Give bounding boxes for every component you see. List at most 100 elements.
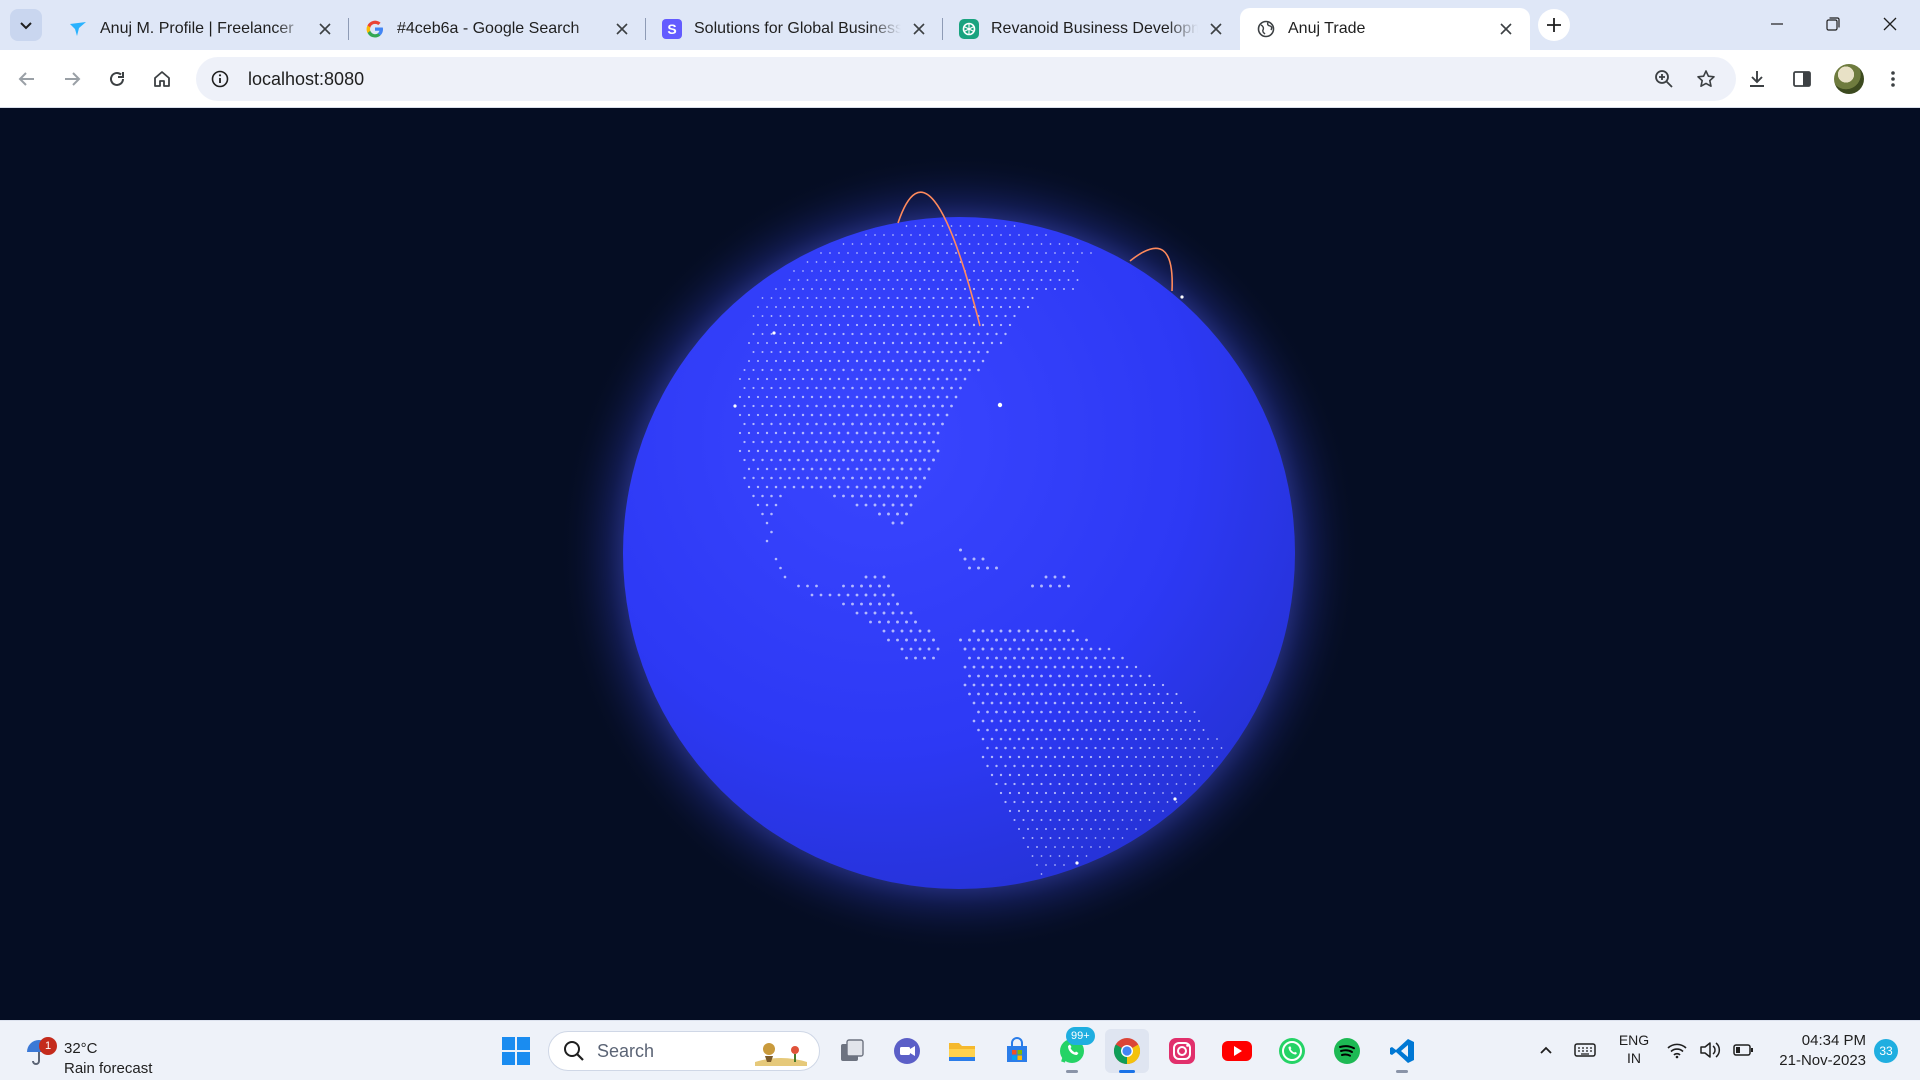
land-dot xyxy=(774,485,778,489)
site-info-icon[interactable] xyxy=(206,65,234,93)
arrow-right-icon xyxy=(65,72,81,86)
land-dot xyxy=(833,422,836,426)
land-dot xyxy=(954,305,958,309)
land-dot xyxy=(838,288,840,290)
system-clock[interactable]: 04:34 PM 21-Nov-2023 xyxy=(1764,1031,1866,1071)
touch-keyboard-button[interactable] xyxy=(1572,1037,1598,1063)
land-dot xyxy=(968,314,971,318)
land-dot xyxy=(1089,719,1093,723)
land-dot xyxy=(1008,737,1012,741)
close-window-button[interactable] xyxy=(1870,6,1910,42)
land-dot xyxy=(1184,728,1187,732)
url-text[interactable]: localhost:8080 xyxy=(248,69,364,90)
tab-google-search[interactable]: #4ceb6a - Google Search xyxy=(349,8,646,50)
land-dot xyxy=(1017,665,1021,669)
land-dot xyxy=(878,386,881,390)
taskbar-vscode[interactable] xyxy=(1380,1029,1424,1073)
reload-button[interactable] xyxy=(99,61,135,97)
taskbar-file-explorer[interactable] xyxy=(940,1029,984,1073)
land-dot xyxy=(1143,737,1147,741)
globe-scene[interactable] xyxy=(0,108,1920,1020)
land-dot xyxy=(1162,792,1164,794)
input-language-indicator[interactable]: ENG IN xyxy=(1612,1031,1656,1067)
land-dot xyxy=(1031,656,1034,660)
land-dot xyxy=(869,458,872,462)
land-dot xyxy=(1157,746,1160,750)
land-dot xyxy=(1117,792,1119,794)
land-dot xyxy=(1166,765,1169,767)
quick-settings-tray[interactable] xyxy=(1666,1037,1754,1063)
land-dot xyxy=(873,593,877,597)
land-dot xyxy=(779,422,782,426)
land-dot xyxy=(905,422,908,426)
close-icon[interactable] xyxy=(1496,19,1516,39)
browser-toolbar: localhost:8080 xyxy=(0,50,1920,108)
browser-menu-button[interactable] xyxy=(1875,61,1911,97)
taskbar-microsoft-store[interactable] xyxy=(995,1029,1039,1073)
minimize-button[interactable] xyxy=(1757,6,1797,42)
tab-stripe[interactable]: S Solutions for Global Businesses xyxy=(646,8,943,50)
taskbar-youtube[interactable] xyxy=(1215,1029,1259,1073)
land-dot xyxy=(905,386,908,390)
land-dot xyxy=(802,270,804,272)
downloads-button[interactable] xyxy=(1739,61,1775,97)
taskbar-task-view[interactable] xyxy=(830,1029,874,1073)
restore-button[interactable] xyxy=(1813,6,1853,42)
land-dot xyxy=(1049,728,1052,732)
land-dot xyxy=(928,252,930,254)
land-dot xyxy=(747,413,751,417)
taskbar-search-box[interactable]: Search xyxy=(548,1031,820,1071)
land-dot xyxy=(865,270,867,272)
land-dot xyxy=(1130,692,1133,696)
land-dot xyxy=(1008,305,1012,309)
new-tab-button[interactable] xyxy=(1538,9,1570,41)
land-dot xyxy=(1054,864,1056,866)
land-dot xyxy=(1152,683,1156,687)
land-dot xyxy=(1202,765,1205,767)
back-button[interactable] xyxy=(9,61,45,97)
close-icon[interactable] xyxy=(612,19,632,39)
land-dot xyxy=(1053,575,1057,579)
land-dot xyxy=(788,386,791,390)
land-dot xyxy=(851,602,854,606)
land-dot xyxy=(747,467,751,471)
land-dot xyxy=(1026,665,1030,669)
land-dot xyxy=(864,485,868,489)
side-panel-button[interactable] xyxy=(1784,61,1820,97)
zoom-icon[interactable] xyxy=(1650,65,1678,93)
land-dot xyxy=(864,575,868,579)
close-icon[interactable] xyxy=(315,19,335,39)
home-button[interactable] xyxy=(144,61,180,97)
land-dot xyxy=(1031,855,1034,857)
close-icon[interactable] xyxy=(909,19,929,39)
taskbar-whatsapp-2[interactable] xyxy=(1270,1029,1314,1073)
taskbar-teams-meet[interactable] xyxy=(885,1029,929,1073)
start-button[interactable] xyxy=(494,1029,538,1073)
land-dot xyxy=(981,287,985,291)
show-hidden-icons-button[interactable] xyxy=(1533,1037,1559,1063)
more-vertical-icon xyxy=(1891,71,1895,87)
profile-avatar[interactable] xyxy=(1834,64,1864,94)
notification-count-badge[interactable]: 33 xyxy=(1874,1039,1898,1063)
land-dot xyxy=(761,458,764,462)
land-dot xyxy=(837,593,841,597)
globe-sphere[interactable] xyxy=(623,217,1295,889)
tab-search-button[interactable] xyxy=(10,9,42,41)
taskbar-instagram[interactable] xyxy=(1160,1029,1204,1073)
taskbar-chrome[interactable] xyxy=(1105,1029,1149,1073)
close-icon[interactable] xyxy=(1206,19,1226,39)
forward-button[interactable] xyxy=(54,61,90,97)
land-dot xyxy=(752,494,755,498)
land-dot xyxy=(1044,647,1048,651)
weather-widget[interactable]: 1 32°C Rain forecast xyxy=(20,1031,170,1077)
bookmark-star-icon[interactable] xyxy=(1692,65,1720,93)
land-dot xyxy=(1040,818,1043,822)
tab-freelancer[interactable]: Anuj M. Profile | Freelancer xyxy=(52,8,349,50)
tab-anuj-trade[interactable]: Anuj Trade xyxy=(1240,8,1530,50)
land-dot xyxy=(824,261,827,263)
taskbar-spotify[interactable] xyxy=(1325,1029,1369,1073)
land-dot xyxy=(959,386,962,390)
tab-revanoid[interactable]: Revanoid Business Development xyxy=(943,8,1240,50)
address-bar[interactable]: localhost:8080 xyxy=(196,57,1736,101)
land-dot xyxy=(869,602,872,606)
